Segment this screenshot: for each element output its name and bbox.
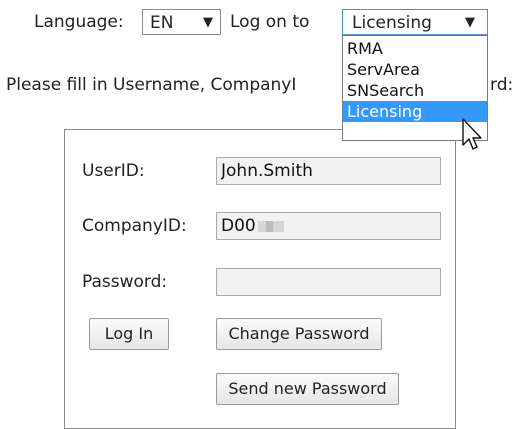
instruction-text: Please fill in Username, CompanyI <box>6 75 297 95</box>
mouse-pointer-icon <box>462 118 482 150</box>
logon-select[interactable]: Licensing ▼ <box>342 9 488 35</box>
logon-label: Log on to <box>230 12 310 32</box>
companyid-value: D00 <box>221 216 256 236</box>
dropdown-option-snsearch[interactable]: SNSearch <box>343 80 487 101</box>
password-label: Password: <box>82 272 168 292</box>
companyid-label: CompanyID: <box>82 216 187 236</box>
language-label: Language: <box>34 12 124 32</box>
companyid-field[interactable]: D00 <box>216 212 441 240</box>
dropdown-option-servarea[interactable]: ServArea <box>343 59 487 80</box>
send-new-password-button[interactable]: Send new Password <box>216 373 399 405</box>
logon-select-value: Licensing <box>352 13 432 33</box>
userid-field[interactable] <box>216 157 441 185</box>
login-panel: UserID: CompanyID: D00 Password: Log In … <box>64 129 456 429</box>
dropdown-option-rma[interactable]: RMA <box>343 38 487 59</box>
password-field[interactable] <box>216 268 441 296</box>
userid-label: UserID: <box>82 161 145 181</box>
language-select[interactable]: EN ▼ <box>142 9 221 35</box>
redacted-mask <box>257 220 284 232</box>
change-password-button[interactable]: Change Password <box>216 318 382 350</box>
instruction-text-tail: rd: <box>490 75 513 95</box>
login-button[interactable]: Log In <box>89 318 169 350</box>
triangle-down-icon: ▼ <box>465 15 475 30</box>
language-select-value: EN <box>150 13 174 33</box>
triangle-down-icon: ▼ <box>203 15 213 30</box>
